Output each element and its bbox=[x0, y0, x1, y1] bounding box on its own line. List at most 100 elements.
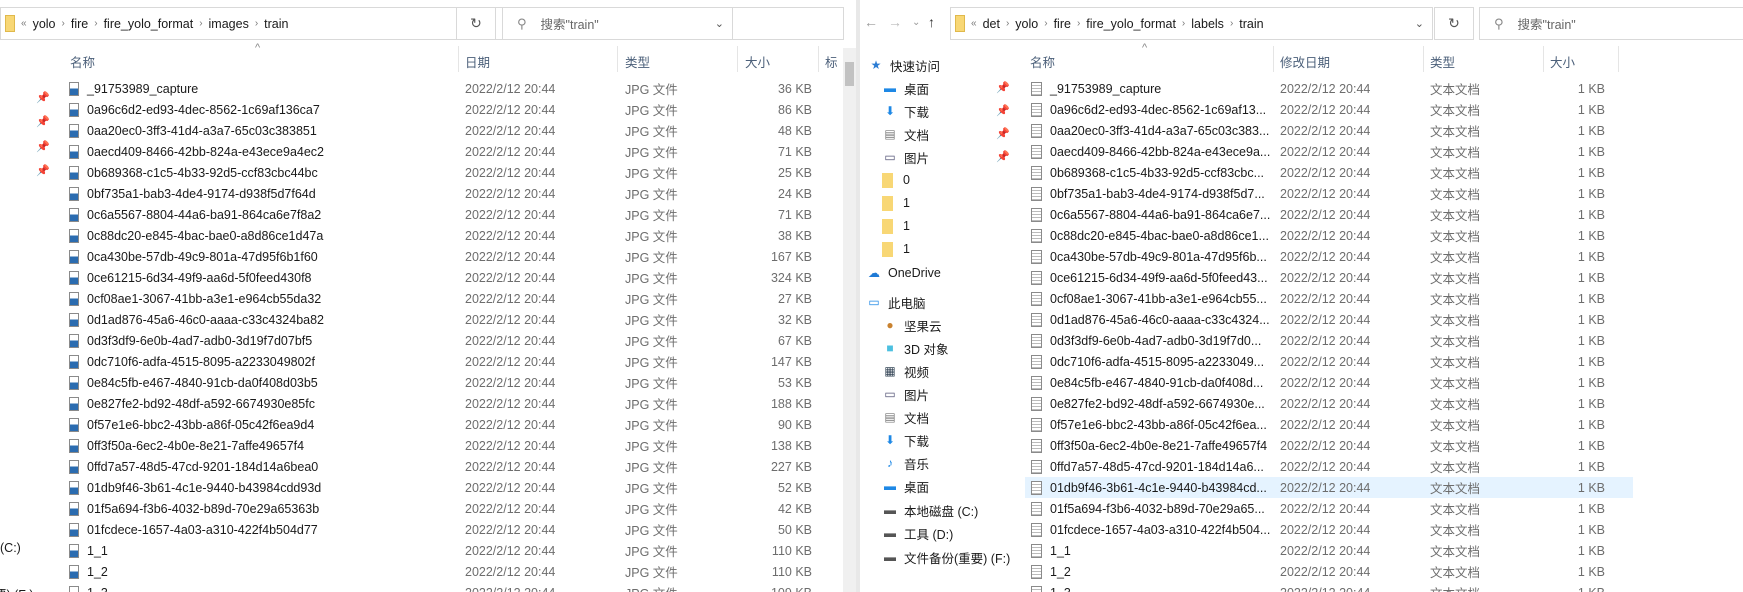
file-row[interactable]: 0aecd409-8466-42bb-824a-e43ece9a4ec2 2022… bbox=[60, 141, 840, 162]
sidebar-item[interactable]: ● 坚果云 bbox=[882, 314, 941, 336]
column-type[interactable]: 类型 bbox=[1430, 52, 1455, 71]
breadcrumb-separator-icon[interactable]: › bbox=[1077, 18, 1080, 29]
file-row[interactable]: 0d1ad876-45a6-46c0-aaaa-c33c4324... 2022/… bbox=[1025, 309, 1633, 330]
column-size[interactable]: 大小 bbox=[1550, 52, 1575, 71]
sidebar-item[interactable]: ▤ 文档 bbox=[882, 123, 929, 145]
breadcrumb-separator-icon[interactable]: › bbox=[1182, 18, 1185, 29]
file-row[interactable]: 0c6a5567-8804-44a6-ba91-864ca6e7... 2022/… bbox=[1025, 204, 1633, 225]
sidebar-item[interactable]: ▦ 视频 bbox=[882, 360, 929, 382]
file-row[interactable]: 01fcdece-1657-4a03-a310-422f4b504d77 2022… bbox=[60, 519, 840, 540]
sidebar-item[interactable]: ▭ 图片 bbox=[882, 146, 929, 168]
breadcrumb-item[interactable]: yolo bbox=[1015, 17, 1038, 31]
sidebar-item[interactable]: ☁ OneDrive bbox=[866, 262, 941, 284]
breadcrumb-separator-icon[interactable]: › bbox=[1006, 18, 1009, 29]
file-row[interactable]: 1_1 2022/2/12 20:44 JPG 文件 110 KB bbox=[60, 540, 840, 561]
breadcrumb-item[interactable]: labels bbox=[1191, 17, 1224, 31]
vertical-scrollbar[interactable] bbox=[843, 48, 856, 592]
column-type[interactable]: 类型 bbox=[625, 52, 650, 71]
refresh-button[interactable]: ↻ bbox=[1434, 7, 1474, 40]
breadcrumb-item[interactable]: images bbox=[209, 17, 249, 31]
file-row[interactable]: 0e84c5fb-e467-4840-91cb-da0f408d... 2022/… bbox=[1025, 372, 1633, 393]
sidebar-item[interactable]: ■ 3D 对象 bbox=[882, 337, 948, 359]
sidebar-item[interactable]: ★ 快速访问 bbox=[868, 54, 940, 76]
file-row[interactable]: 0dc710f6-adfa-4515-8095-a2233049802f 2022… bbox=[60, 351, 840, 372]
file-row[interactable]: 1_1 2022/2/12 20:44 文本文档 1 KB bbox=[1025, 540, 1633, 561]
column-name[interactable]: 名称 bbox=[70, 52, 95, 71]
file-row[interactable]: 0e827fe2-bd92-48df-a592-6674930e85fc 2022… bbox=[60, 393, 840, 414]
file-row[interactable]: 0dc710f6-adfa-4515-8095-a2233049... 2022/… bbox=[1025, 351, 1633, 372]
sidebar-item[interactable]: ▤ 文档 bbox=[882, 406, 929, 428]
sidebar-item[interactable]: 1 bbox=[882, 238, 910, 260]
file-row[interactable]: 0a96c6d2-ed93-4dec-8562-1c69af13... 2022/… bbox=[1025, 99, 1633, 120]
file-row[interactable]: 01db9f46-3b61-4c1e-9440-b43984cd... 2022/… bbox=[1025, 477, 1633, 498]
sidebar-item[interactable]: 1 bbox=[882, 192, 910, 214]
file-row[interactable]: 0cf08ae1-3067-41bb-a3e1-e964cb55... 2022/… bbox=[1025, 288, 1633, 309]
file-row[interactable]: 0ffd7a57-48d5-47cd-9201-184d14a6bea0 2022… bbox=[60, 456, 840, 477]
file-row[interactable]: 0ca430be-57db-49c9-801a-47d95f6b... 2022/… bbox=[1025, 246, 1633, 267]
file-row[interactable]: 0c6a5567-8804-44a6-ba91-864ca6e7f8a2 2022… bbox=[60, 204, 840, 225]
file-row[interactable]: 0aa20ec0-3ff3-41d4-a3a7-65c03c383851 2022… bbox=[60, 120, 840, 141]
breadcrumb-separator-icon[interactable]: › bbox=[199, 18, 202, 29]
sidebar-item[interactable]: ▬ 文件备份(重要) (F:) bbox=[882, 546, 1010, 568]
breadcrumb-separator-icon[interactable]: › bbox=[1044, 18, 1047, 29]
file-row[interactable]: 0cf08ae1-3067-41bb-a3e1-e964cb55da32 2022… bbox=[60, 288, 840, 309]
file-row[interactable]: 0ce61215-6d34-49f9-aa6d-5f0feed43... 2022… bbox=[1025, 267, 1633, 288]
sidebar-item[interactable]: ▬ 工具 (D:) bbox=[882, 522, 953, 544]
file-row[interactable]: 0e84c5fb-e467-4840-91cb-da0f408d03b5 2022… bbox=[60, 372, 840, 393]
recent-dropdown[interactable]: ⌄ bbox=[912, 17, 920, 28]
file-row[interactable]: 0aa20ec0-3ff3-41d4-a3a7-65c03c383... 2022… bbox=[1025, 120, 1633, 141]
scrollbar-thumb[interactable] bbox=[845, 62, 854, 86]
sidebar-item[interactable]: ♪ 音乐 bbox=[882, 452, 929, 474]
file-row[interactable]: 01fcdece-1657-4a03-a310-422f4b504... 2022… bbox=[1025, 519, 1633, 540]
file-row[interactable]: 0f57e1e6-bbc2-43bb-a86f-05c42f6ea... 2022… bbox=[1025, 414, 1633, 435]
file-row[interactable]: 0c88dc20-e845-4bac-bae0-a8d86ce1... 2022/… bbox=[1025, 225, 1633, 246]
file-row[interactable]: 1_2 2022/2/12 20:44 文本文档 1 KB bbox=[1025, 561, 1633, 582]
search-input[interactable]: ⚲ 搜索"train" bbox=[502, 7, 844, 40]
breadcrumb-item[interactable]: train bbox=[264, 17, 288, 31]
file-row[interactable]: 0c88dc20-e845-4bac-bae0-a8d86ce1d47a 2022… bbox=[60, 225, 840, 246]
file-row[interactable]: _91753989_capture 2022/2/12 20:44 文本文档 1 KB bbox=[1025, 78, 1633, 99]
breadcrumb-item[interactable]: fire_yolo_format bbox=[1086, 17, 1176, 31]
breadcrumb-item[interactable]: yolo bbox=[33, 17, 56, 31]
column-date[interactable]: 修改日期 bbox=[1280, 52, 1330, 71]
address-bar[interactable]: « det › yolo › fire › fire_yolo_format › labels ›… bbox=[950, 7, 1433, 40]
file-row[interactable]: 1_2 2022/2/12 20:44 JPG 文件 110 KB bbox=[60, 561, 840, 582]
column-date[interactable]: 日期 bbox=[465, 52, 490, 71]
sidebar-item[interactable]: ▭ 图片 bbox=[882, 383, 929, 405]
breadcrumb-item[interactable]: fire_yolo_format bbox=[104, 17, 194, 31]
back-button[interactable]: ← bbox=[864, 14, 878, 30]
sidebar-item[interactable]: ▬ 桌面 bbox=[882, 77, 929, 99]
up-button[interactable]: ↑ bbox=[928, 14, 935, 30]
sidebar-item[interactable]: ⬇ 下载 bbox=[882, 429, 929, 451]
column-name[interactable]: 名称 bbox=[1030, 52, 1055, 71]
file-row[interactable]: 0f57e1e6-bbc2-43bb-a86f-05c42f6ea9d4 2022… bbox=[60, 414, 840, 435]
sidebar-item[interactable]: ▭ 此电脑 bbox=[866, 291, 925, 313]
breadcrumb-separator-icon[interactable]: › bbox=[1230, 18, 1233, 29]
file-row[interactable]: 0b689368-c1c5-4b33-92d5-ccf83cbc... 2022/… bbox=[1025, 162, 1633, 183]
file-row[interactable]: 0e827fe2-bd92-48df-a592-6674930e... 2022/… bbox=[1025, 393, 1633, 414]
file-row[interactable]: 0b689368-c1c5-4b33-92d5-ccf83cbc44bc 2022… bbox=[60, 162, 840, 183]
chevron-down-icon[interactable]: ⌄ bbox=[1415, 17, 1424, 30]
forward-button[interactable]: → bbox=[888, 14, 902, 30]
refresh-button[interactable]: ↻ bbox=[456, 7, 496, 40]
file-row[interactable]: 0d1ad876-45a6-46c0-aaaa-c33c4324ba82 2022… bbox=[60, 309, 840, 330]
file-row[interactable]: 01f5a694-f3b6-4032-b89d-70e29a65... 2022/… bbox=[1025, 498, 1633, 519]
sidebar-item[interactable]: 1 bbox=[882, 215, 910, 237]
file-row[interactable]: 0ff3f50a-6ec2-4b0e-8e21-7affe49657f4 2022… bbox=[60, 435, 840, 456]
column-tag[interactable]: 标 bbox=[825, 52, 838, 71]
file-row[interactable]: 0d3f3df9-6e0b-4ad7-adb0-3d19f7d0... 2022/… bbox=[1025, 330, 1633, 351]
file-row[interactable]: 0ca430be-57db-49c9-801a-47d95f6b1f60 2022… bbox=[60, 246, 840, 267]
sidebar-item-c-drive[interactable]: (C:) bbox=[0, 541, 21, 555]
column-size[interactable]: 大小 bbox=[745, 52, 770, 71]
file-row[interactable]: _91753989_capture 2022/2/12 20:44 JPG 文件 36… bbox=[60, 78, 840, 99]
sidebar-item[interactable]: ▬ 桌面 bbox=[882, 475, 929, 497]
file-row[interactable]: 0a96c6d2-ed93-4dec-8562-1c69af136ca7 2022… bbox=[60, 99, 840, 120]
breadcrumb-separator-icon[interactable]: › bbox=[94, 18, 97, 29]
file-row[interactable]: 0aecd409-8466-42bb-824a-e43ece9a... 2022/… bbox=[1025, 141, 1633, 162]
file-row[interactable]: 01f5a694-f3b6-4032-b89d-70e29a65363b 2022… bbox=[60, 498, 840, 519]
file-row[interactable]: 0ffd7a57-48d5-47cd-9201-184d14a6... 2022/… bbox=[1025, 456, 1633, 477]
sidebar-item[interactable]: 0 bbox=[882, 169, 910, 191]
file-row[interactable]: 0ff3f50a-6ec2-4b0e-8e21-7affe49657f4 2022… bbox=[1025, 435, 1633, 456]
search-input[interactable]: ⚲ 搜索"train" bbox=[1479, 7, 1743, 40]
file-row[interactable]: 0d3f3df9-6e0b-4ad7-adb0-3d19f7d07bf5 2022… bbox=[60, 330, 840, 351]
